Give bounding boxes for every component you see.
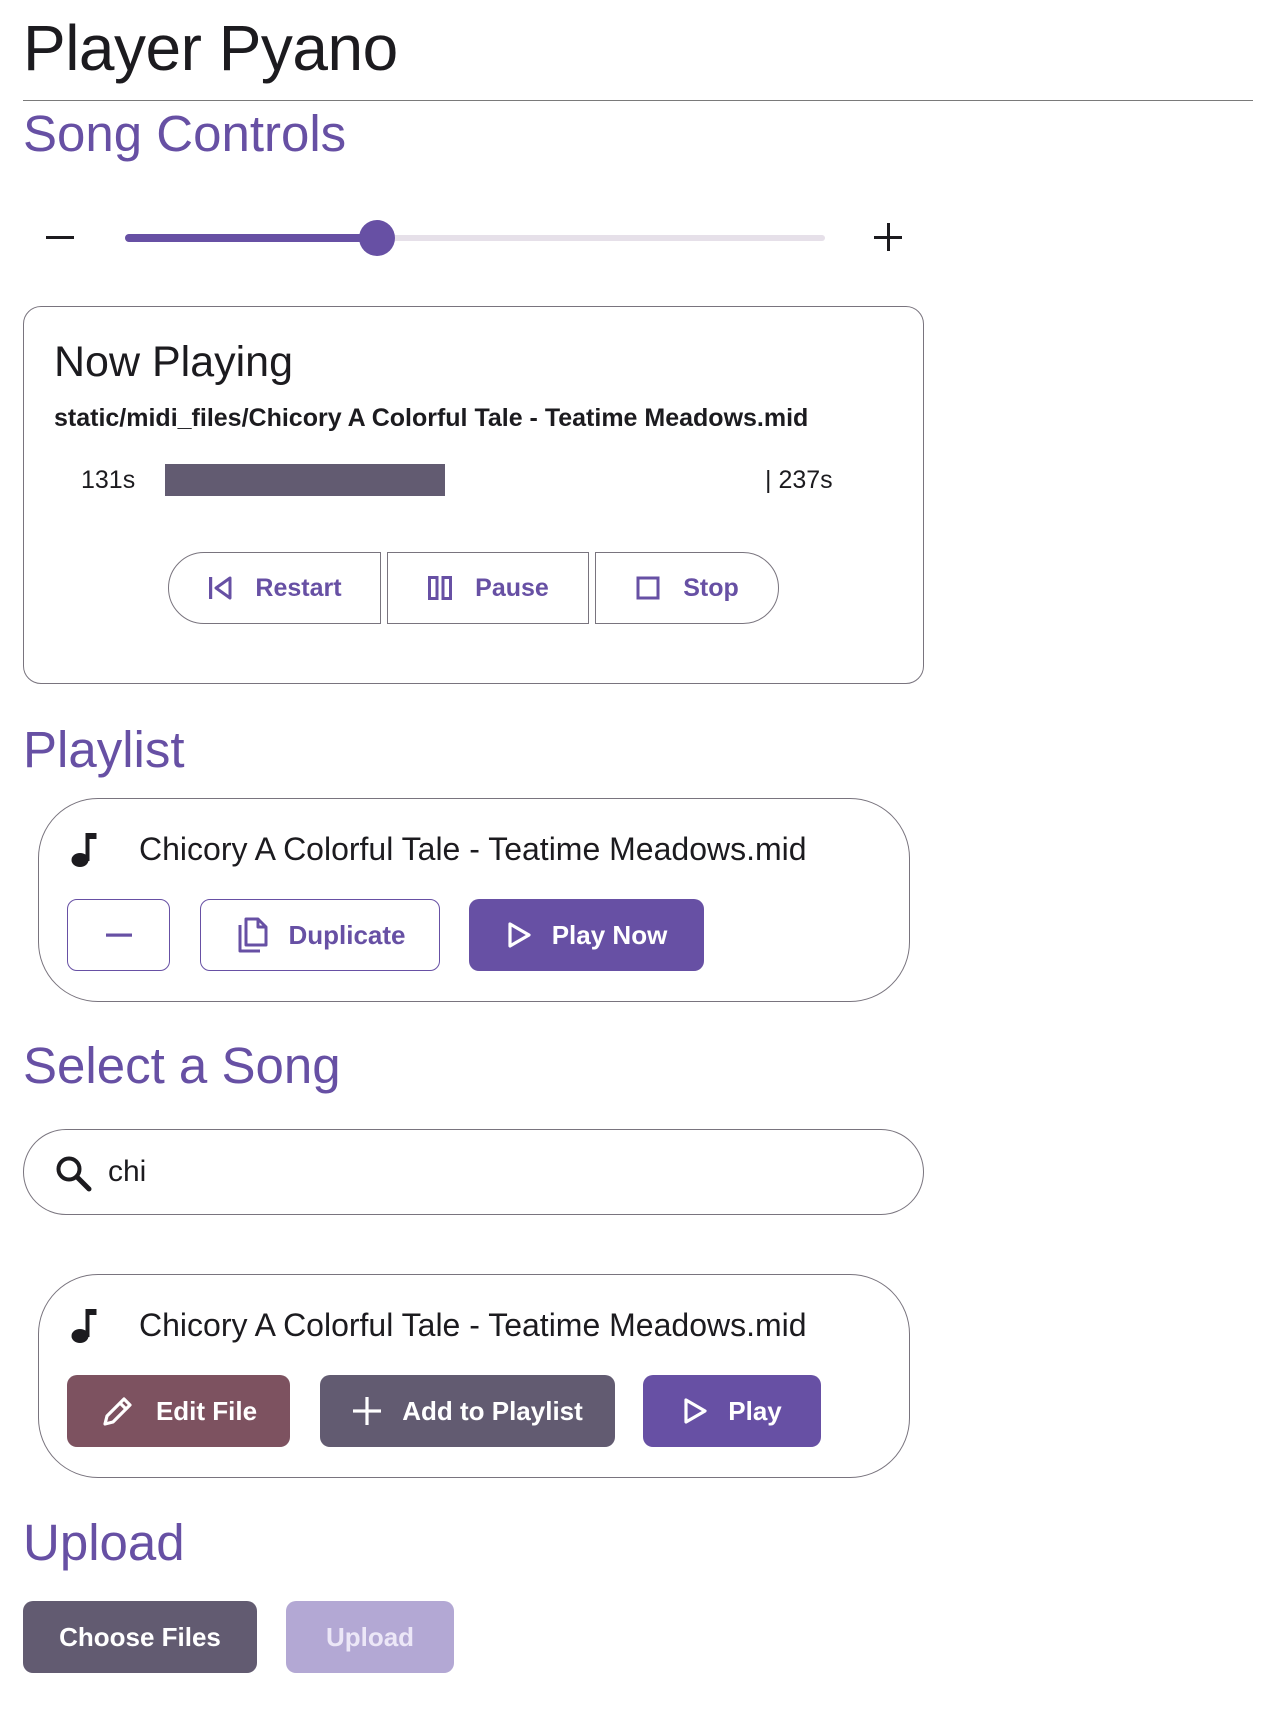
copy-icon <box>234 916 268 954</box>
total-time: | 237s <box>765 466 833 494</box>
search-icon <box>54 1154 92 1192</box>
now-playing-file-path: static/midi_files/Chicory A Colorful Tal… <box>54 404 809 432</box>
pause-button[interactable]: Pause <box>387 552 589 624</box>
play-icon <box>506 921 532 949</box>
elapsed-time: 131s <box>81 466 136 494</box>
stop-button[interactable]: Stop <box>595 552 779 624</box>
minus-icon <box>105 921 133 949</box>
play-icon <box>682 1397 708 1425</box>
music-note-icon <box>69 1305 105 1345</box>
restart-button[interactable]: Restart <box>168 552 381 624</box>
select-song-heading: Select a Song <box>23 1037 341 1094</box>
page: Player Pyano Song Controls Now Playing s… <box>0 0 1262 1718</box>
playlist-item: Chicory A Colorful Tale - Teatime Meadow… <box>38 798 910 1002</box>
search-box[interactable] <box>23 1129 924 1215</box>
stop-label: Stop <box>683 573 739 602</box>
add-to-playlist-label: Add to Playlist <box>402 1395 583 1426</box>
play-now-button[interactable]: Play Now <box>469 899 704 971</box>
add-to-playlist-button[interactable]: Add to Playlist <box>320 1375 615 1447</box>
playback-progress-fill <box>165 464 445 496</box>
playlist-heading: Playlist <box>23 721 185 778</box>
playback-progress <box>165 464 760 496</box>
now-playing-title: Now Playing <box>54 338 293 386</box>
upload-heading: Upload <box>23 1514 185 1571</box>
play-label: Play <box>728 1395 782 1426</box>
plus-icon <box>352 1396 382 1426</box>
minus-icon[interactable] <box>40 217 80 257</box>
duplicate-label: Duplicate <box>288 919 406 950</box>
stop-icon <box>635 575 661 601</box>
slider-fill <box>125 234 377 242</box>
search-input[interactable] <box>108 1150 888 1194</box>
pencil-icon <box>100 1393 136 1429</box>
song-controls-heading: Song Controls <box>23 105 347 162</box>
choose-files-button[interactable]: Choose Files <box>23 1601 257 1673</box>
skip-previous-icon <box>207 575 233 601</box>
search-result-name: Chicory A Colorful Tale - Teatime Meadow… <box>139 1307 807 1343</box>
pause-icon <box>427 575 453 601</box>
pause-label: Pause <box>475 573 549 602</box>
edit-file-button[interactable]: Edit File <box>67 1375 290 1447</box>
music-note-icon <box>69 829 105 869</box>
playlist-item-name: Chicory A Colorful Tale - Teatime Meadow… <box>139 831 807 867</box>
play-button[interactable]: Play <box>643 1375 821 1447</box>
play-now-label: Play Now <box>551 919 668 950</box>
now-playing-card: Now Playing static/midi_files/Chicory A … <box>23 306 924 684</box>
restart-label: Restart <box>255 573 342 602</box>
slider-thumb[interactable] <box>359 220 395 256</box>
plus-icon[interactable] <box>868 217 908 257</box>
duplicate-button[interactable]: Duplicate <box>200 899 440 971</box>
search-result-item: Chicory A Colorful Tale - Teatime Meadow… <box>38 1274 910 1478</box>
volume-slider[interactable] <box>125 220 825 256</box>
upload-button[interactable]: Upload <box>286 1601 454 1673</box>
title-divider <box>23 100 1253 101</box>
edit-file-label: Edit File <box>155 1395 258 1426</box>
app-title: Player Pyano <box>23 12 398 84</box>
remove-from-playlist-button[interactable] <box>67 899 170 971</box>
